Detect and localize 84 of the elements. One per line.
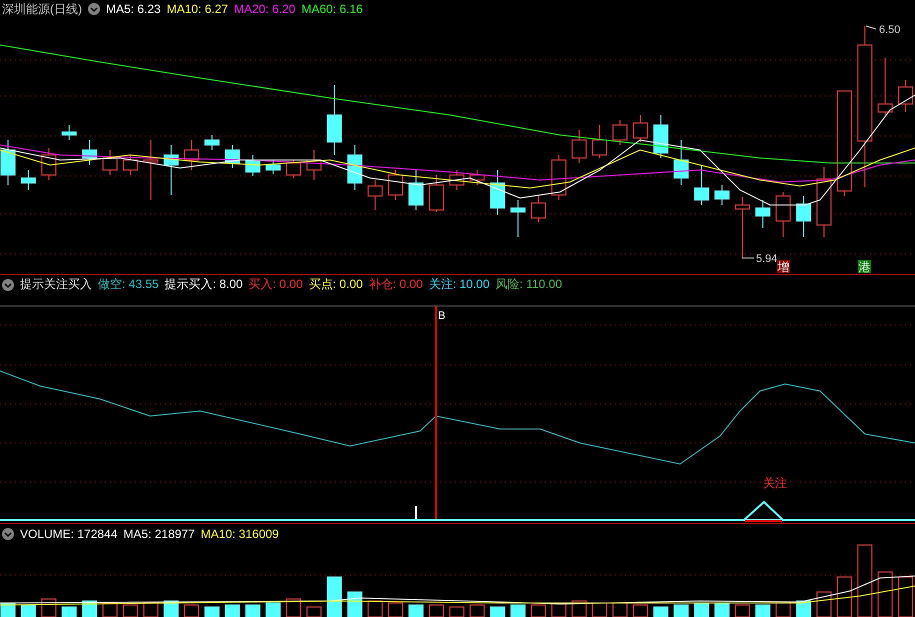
volume-bar (490, 606, 506, 617)
volume-bar (674, 604, 689, 617)
candlestick (449, 170, 464, 190)
candlestick (102, 150, 118, 176)
candlestick (632, 114, 648, 142)
legend-value: 买点: 0.00 (308, 276, 363, 293)
legend-value: MA5: 218977 (123, 526, 195, 540)
candlestick (572, 130, 587, 164)
candlestick (306, 150, 322, 180)
candlestick (878, 58, 893, 116)
candlestick (82, 140, 98, 166)
candlestick (408, 170, 424, 210)
candlestick (428, 174, 444, 212)
candlestick (41, 148, 56, 180)
candlestick (286, 160, 302, 178)
indicator-title: 提示关注买入 (20, 276, 92, 293)
candlestick (551, 154, 566, 200)
legend-value: MA10: 316009 (200, 526, 279, 540)
candlestick (490, 170, 506, 216)
volume-bar (755, 604, 770, 617)
legend-value: 提示买入: 8.00 (164, 276, 243, 293)
legend-value: MA20: 6.20 (234, 2, 296, 16)
volume-bar (796, 600, 812, 617)
candlestick (816, 166, 832, 238)
candlestick (204, 134, 220, 150)
event-marker-label: 增 (778, 260, 790, 274)
candlestick (122, 154, 138, 176)
chevron-down-icon[interactable] (2, 528, 14, 540)
chart-title: 深圳能源(日线) (2, 0, 82, 18)
legend-value: MA10: 6.27 (166, 2, 228, 16)
alert-label: 关注 (763, 476, 787, 490)
legend-value: MA5: 6.23 (106, 2, 161, 16)
candlestick (510, 200, 526, 238)
volume-bar (224, 604, 240, 617)
legend-value: 补仓: 0.00 (368, 276, 423, 293)
candlestick (796, 196, 812, 238)
legend-value: 关注: 10.00 (428, 276, 490, 293)
legend-value: 做空: 43.55 (98, 276, 159, 293)
candlestick (0, 140, 16, 186)
candlestick (20, 170, 36, 190)
volume-bar (266, 602, 281, 617)
volume-bar (204, 606, 220, 617)
candlestick (143, 140, 158, 200)
legend-value: 买入: 0.00 (248, 276, 303, 293)
candlestick (592, 124, 608, 158)
candlestick (470, 170, 485, 186)
candlestick (368, 180, 383, 210)
volume-bar (62, 606, 77, 617)
candlestick (266, 160, 281, 174)
candlestick (530, 194, 546, 222)
candlestick (164, 144, 179, 196)
candlestick (388, 170, 404, 200)
event-marker-label: 港 (858, 260, 870, 274)
low-price-label: 5.94 (756, 253, 778, 265)
high-price-label: 6.50 (879, 24, 900, 36)
volume-bar (347, 592, 362, 617)
legend-value: VOLUME: 172844 (20, 526, 118, 540)
candlestick (674, 140, 689, 186)
volume-bar (326, 576, 342, 617)
candlestick (755, 200, 770, 228)
legend-value: 风险: 110.00 (496, 276, 562, 293)
volume-bar (245, 604, 260, 617)
candlestick (694, 164, 710, 206)
candlestick (714, 184, 730, 206)
candlestick (62, 124, 77, 140)
candlestick (326, 84, 342, 156)
volume-bar (20, 604, 36, 617)
candlestick (245, 154, 260, 176)
candlestick (612, 120, 628, 146)
candlestick (653, 114, 668, 158)
volume-bar (510, 604, 526, 617)
chevron-down-icon[interactable] (2, 278, 14, 290)
candlestick (347, 144, 362, 190)
volume-bar (653, 606, 668, 617)
legend-value: MA60: 6.16 (301, 2, 363, 16)
candlestick (184, 140, 200, 170)
chevron-down-icon[interactable] (88, 3, 100, 15)
candlestick (224, 144, 240, 168)
signal-label: B (438, 310, 446, 322)
candlestick (734, 196, 750, 258)
volume-bar (694, 602, 710, 617)
volume-bar (714, 602, 730, 617)
candlestick (776, 192, 791, 238)
volume-bar (408, 604, 424, 617)
